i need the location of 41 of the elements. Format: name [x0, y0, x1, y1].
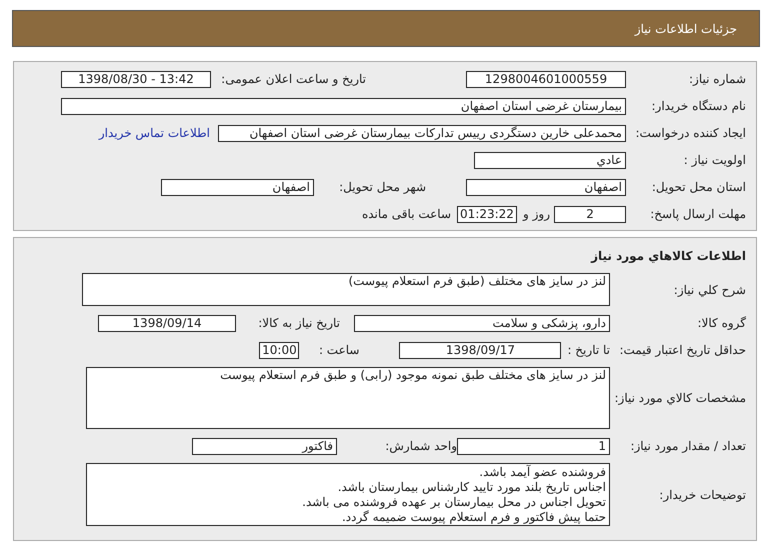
header-title: جزئیات اطلاعات نیاز: [634, 22, 737, 36]
field-label: تعداد / مقدار مورد نیاز:: [629, 439, 746, 453]
group-field: دارو، پزشکی و سلامت: [354, 314, 610, 332]
priority-field: عادي: [474, 152, 626, 168]
field-label: تاریخ و ساعت اعلان عمومی:: [220, 72, 366, 86]
field-label: شماره نیاز:: [688, 72, 746, 86]
field-label: حداقل تاریخ اعتبار قیمت:: [618, 343, 746, 357]
field-label: شرح کلي نیاز:: [672, 282, 746, 296]
time-field: 01:23:22: [457, 206, 517, 222]
unit-field: فاکتور: [192, 438, 337, 454]
notes-field: فروشنده عضو آیمد باشد. اجناس تاریخ بلند مورد تایید کارشناس بیمارستان باشد. تحویل اجناس در محل بیمارستان بر عهده فروشنده می باشد. حتما پیش فاکتور و فرم استعلام پیوست ضمیمه گردد.: [86, 463, 610, 526]
field-label: ساعت :: [318, 343, 360, 357]
need-number-field: 1298004601000559: [466, 70, 626, 88]
validity-time-field: 10:00: [259, 342, 300, 358]
field-label: مهلت ارسال پاسخ:: [649, 207, 746, 221]
field-label: واحد شمارش:: [384, 439, 457, 453]
field-label: تاریخ نیاز به کالا:: [257, 316, 340, 330]
remaining-text: ساعت باقی مانده: [362, 207, 451, 221]
validity-date-field: 1398/09/17: [399, 342, 562, 358]
specs-field: لنز در سایز های مختلف طبق نمونه موجود (رابی) و طبق فرم استعلام پیوست: [86, 367, 610, 429]
field-label: نام دستگاه خریدار:: [650, 99, 746, 113]
field-label: شهر محل تحویل:: [338, 180, 426, 194]
field-label: ایجاد کننده درخواست:: [634, 126, 746, 140]
announce-date-field: 1398/08/30 - 13:42: [61, 70, 211, 88]
field-label: گروه کالا:: [696, 316, 746, 330]
need-date-field: 1398/09/14: [98, 314, 236, 332]
days-text: روز و: [523, 207, 550, 221]
field-label: مشخصات کالاي مورد نیاز:: [613, 391, 746, 405]
section-title: اطلاعات کالاهاي مورد نیاز: [591, 249, 746, 263]
contact-link[interactable]: اطلاعات تماس خریدار: [98, 126, 210, 140]
days-field: 2: [554, 206, 626, 222]
province-field: اصفهان: [466, 178, 626, 196]
quantity-field: 1: [457, 438, 610, 454]
field-label: اولویت نیاز :: [682, 153, 746, 167]
summary-field: لنز در سایز های مختلف (طبق فرم استعلام پیوست): [82, 273, 610, 306]
field-label: استان محل تحویل:: [650, 180, 746, 194]
creator-field: محمدعلی خارین دستگردی رییس تدارکات بیمارستان غرضی استان اصفهان: [218, 124, 626, 142]
field-label: توضیحات خریدار:: [658, 488, 746, 502]
buyer-field: بیمارستان غرضی استان اصفهان: [61, 98, 626, 114]
field-label: تا تاریخ :: [567, 343, 610, 357]
city-field: اصفهان: [161, 178, 314, 196]
